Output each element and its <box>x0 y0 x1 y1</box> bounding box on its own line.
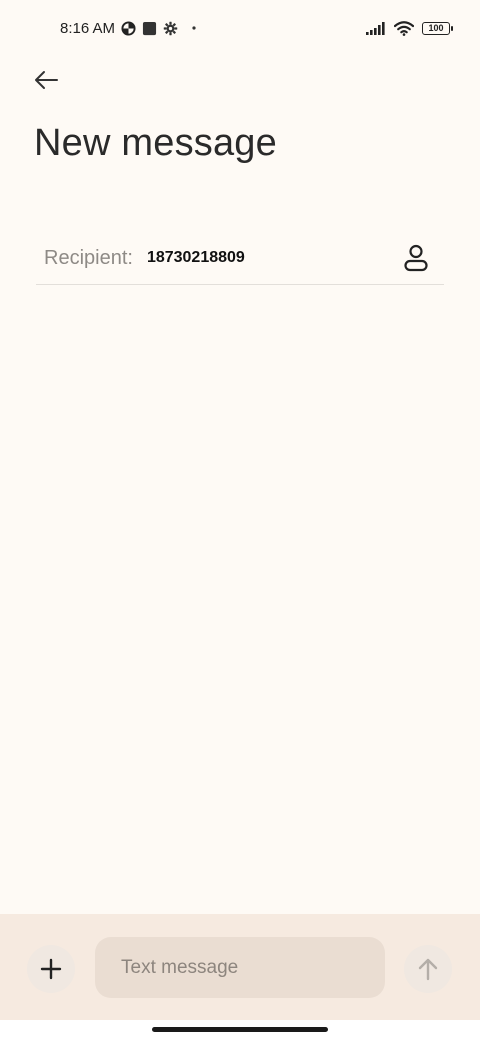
battery-icon: 100 <box>422 21 453 35</box>
wifi-icon <box>394 20 414 36</box>
person-icon <box>404 244 428 272</box>
recipient-row[interactable]: Recipient: 18730218809 <box>36 232 444 285</box>
data-saver-icon <box>121 20 136 36</box>
add-attachment-button[interactable] <box>27 945 75 993</box>
status-right: 100 <box>366 20 453 36</box>
compose-bar <box>0 914 480 1020</box>
page-title: New message <box>34 122 277 164</box>
status-left: 8:16 AM <box>60 20 196 37</box>
signal-icon <box>366 21 386 35</box>
arrow-left-icon <box>35 71 58 89</box>
settings-notification-icon <box>163 21 178 36</box>
send-button[interactable] <box>404 945 452 993</box>
plus-icon <box>40 958 62 980</box>
recipient-value[interactable]: 18730218809 <box>147 249 396 267</box>
back-button[interactable] <box>26 62 66 98</box>
message-input[interactable] <box>95 937 385 998</box>
home-indicator[interactable] <box>152 1027 328 1032</box>
battery-level: 100 <box>428 23 444 33</box>
contact-picker-button[interactable] <box>396 238 436 278</box>
status-bar: 8:16 AM 100 <box>0 0 480 56</box>
status-time: 8:16 AM <box>60 19 116 37</box>
square-notification-icon <box>142 21 157 36</box>
recipient-label: Recipient: <box>44 246 133 269</box>
arrow-up-icon <box>418 958 438 981</box>
dot-icon <box>192 26 196 30</box>
